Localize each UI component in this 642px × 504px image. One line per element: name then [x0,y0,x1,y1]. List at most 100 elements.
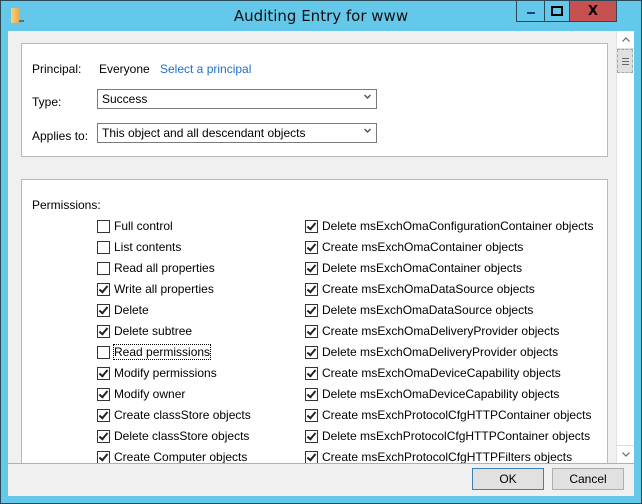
close-icon: X [587,3,599,19]
principal-value: Everyone [99,62,150,76]
scroll-thumb[interactable] [617,49,633,73]
maximize-icon [551,6,563,16]
permission-checkbox-row[interactable]: Full control [97,217,173,235]
permission-checkbox-row[interactable]: Delete [97,301,149,319]
applies-to-select-value: This object and all descendant objects [102,126,306,140]
permission-label: List contents [114,240,182,254]
checkbox-unchecked[interactable] [97,219,110,233]
checkbox-checked[interactable] [305,366,318,380]
checkbox-checked[interactable] [97,324,110,338]
permission-label: Create msExchProtocolCfgHTTPFilters obje… [322,450,573,463]
checkbox-checked[interactable] [97,408,110,422]
checkbox-checked[interactable] [97,450,110,463]
checkbox-unchecked[interactable] [97,261,110,275]
permission-label: Delete msExchOmaContainer objects [322,261,523,275]
checkbox-checked[interactable] [97,282,110,296]
checkbox-checked[interactable] [305,303,318,317]
maximize-button[interactable] [544,1,570,22]
permission-checkbox-row[interactable]: Delete subtree [97,322,192,340]
applies-to-label: Applies to: [32,129,89,143]
type-label: Type: [32,95,62,109]
chevron-down-icon [364,94,371,100]
permission-label: Delete msExchProtocolCfgHTTPContainer ob… [322,429,591,443]
permission-label: Delete msExchOmaDataSource objects [322,303,534,317]
type-select-value: Success [102,92,148,106]
permission-checkbox-row[interactable]: Delete msExchOmaContainer objects [305,259,522,277]
permission-checkbox-row[interactable]: Create msExchProtocolCfgHTTPFilters obje… [305,448,572,463]
scroll-up-button[interactable] [617,31,634,49]
checkbox-checked[interactable] [305,450,318,463]
close-button[interactable]: X [569,1,617,22]
dialog-window: Auditing Entry for www X Principal: Ever… [0,0,642,504]
permission-checkbox-row[interactable]: Create Computer objects [97,448,247,463]
checkbox-unchecked[interactable] [97,240,110,254]
scroll-down-button[interactable] [617,445,634,463]
chevron-down-icon [364,128,371,134]
checkbox-checked[interactable] [305,387,318,401]
checkbox-checked[interactable] [305,324,318,338]
permission-checkbox-row[interactable]: List contents [97,238,181,256]
permission-label: Delete classStore objects [114,429,250,443]
permission-checkbox-row[interactable]: Create msExchOmaDataSource objects [305,280,535,298]
permission-label: Create Computer objects [114,450,248,463]
chevron-up-icon [621,37,630,42]
chevron-down-icon [621,452,630,457]
permission-checkbox-row[interactable]: Modify owner [97,385,185,403]
permission-label: Modify permissions [114,366,217,380]
permissions-group: Permissions: Full control List contents Re… [21,179,608,463]
principal-label: Principal: [32,62,82,76]
permission-checkbox-row[interactable]: Delete msExchOmaConfigurationContainer o… [305,217,593,235]
title-bar[interactable]: Auditing Entry for www X [1,1,641,31]
permission-label: Delete msExchOmaConfigurationContainer o… [322,219,594,233]
permission-checkbox-row[interactable]: Delete msExchOmaDeviceCapability objects [305,385,559,403]
permission-checkbox-row[interactable]: Write all properties [97,280,214,298]
permission-label: Create msExchOmaContainer objects [322,240,524,254]
permission-label: Create msExchOmaDataSource objects [322,282,535,296]
checkbox-checked[interactable] [305,219,318,233]
permission-checkbox-row[interactable]: Create msExchOmaDeviceCapability objects [305,364,561,382]
permission-label: Read all properties [114,261,215,275]
cancel-button[interactable]: Cancel [552,468,624,490]
checkbox-checked[interactable] [97,387,110,401]
checkbox-checked[interactable] [97,303,110,317]
checkbox-unchecked[interactable] [97,345,110,359]
permission-checkbox-row[interactable]: Delete msExchOmaDataSource objects [305,301,533,319]
permissions-label: Permissions: [32,198,101,212]
checkbox-checked[interactable] [305,408,318,422]
scrollable-area: Principal: Everyone Select a principal T… [8,31,616,463]
permission-checkbox-row[interactable]: Create msExchOmaDeliveryProvider objects [305,322,559,340]
permission-label: Create msExchOmaDeliveryProvider objects [322,324,560,338]
checkbox-checked[interactable] [305,345,318,359]
permission-checkbox-row[interactable]: Create msExchProtocolCfgHTTPContainer ob… [305,406,591,424]
permission-label: Delete msExchOmaDeviceCapability objects [322,387,560,401]
dialog-content: Principal: Everyone Select a principal T… [8,31,634,496]
ok-button[interactable]: OK [472,468,544,490]
applies-to-select[interactable]: This object and all descendant objects [97,123,377,143]
permission-label: Delete [114,303,149,317]
checkbox-checked[interactable] [97,366,110,380]
permission-checkbox-row[interactable]: Read all properties [97,259,215,277]
select-principal-link[interactable]: Select a principal [160,62,251,76]
type-select[interactable]: Success [97,89,377,109]
checkbox-checked[interactable] [305,429,318,443]
grip-icon [621,57,629,65]
permission-label: Modify owner [114,387,186,401]
principal-group: Principal: Everyone Select a principal T… [21,43,608,157]
permission-checkbox-row[interactable]: Create msExchOmaContainer objects [305,238,523,256]
checkbox-checked[interactable] [97,429,110,443]
vertical-scrollbar[interactable] [616,31,634,463]
permission-checkbox-row[interactable]: Delete classStore objects [97,427,249,445]
permission-checkbox-row[interactable]: Create classStore objects [97,406,251,424]
footer-divider [8,463,634,464]
permission-checkbox-row[interactable]: Delete msExchOmaDeliveryProvider objects [305,343,558,361]
permission-label: Write all properties [114,282,214,296]
permission-checkbox-row[interactable]: Delete msExchProtocolCfgHTTPContainer ob… [305,427,590,445]
permission-checkbox-row[interactable]: Modify permissions [97,364,217,382]
checkbox-checked[interactable] [305,261,318,275]
permission-label: Create classStore objects [114,408,251,422]
checkbox-checked[interactable] [305,282,318,296]
permission-label: Create msExchOmaDeviceCapability objects [322,366,561,380]
minimize-button[interactable] [516,1,545,22]
permission-checkbox-row[interactable]: Read permissions [97,343,212,361]
checkbox-checked[interactable] [305,240,318,254]
